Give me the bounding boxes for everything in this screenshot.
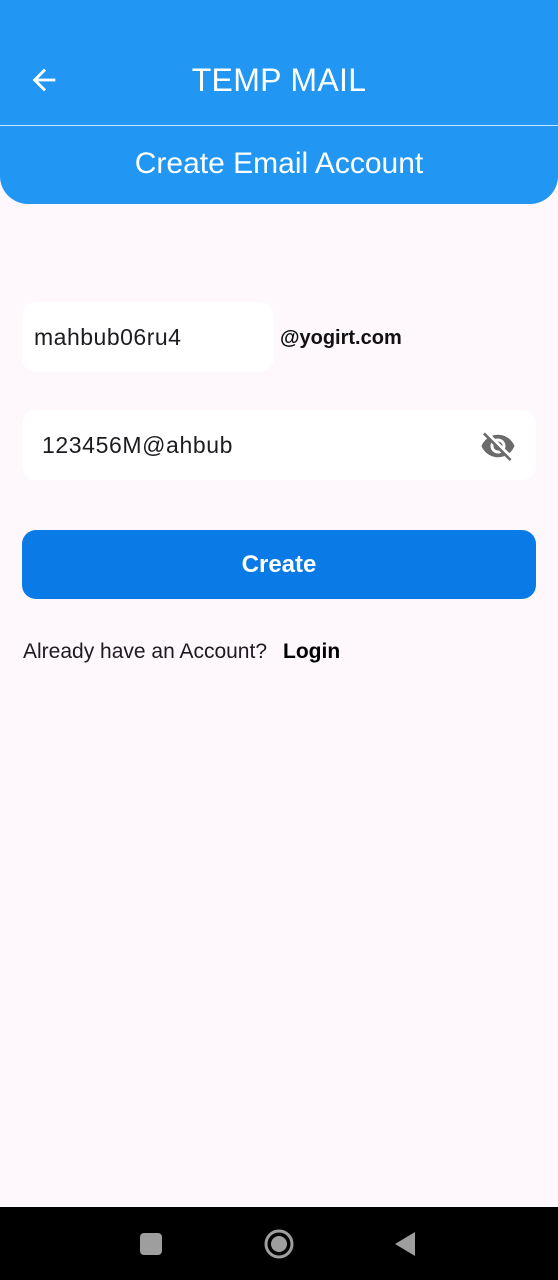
system-back-button[interactable] xyxy=(385,1224,425,1264)
username-input[interactable]: mahbub06ru4 xyxy=(22,302,274,372)
app-title: TEMP MAIL xyxy=(191,62,367,98)
email-domain-label: @yogirt.com xyxy=(280,327,402,349)
password-visibility-toggle[interactable] xyxy=(478,426,518,466)
app-bar: TEMP MAIL Create Email Account xyxy=(0,0,558,204)
password-input[interactable]: 123456M@ahbub xyxy=(22,410,536,480)
app-bar-divider xyxy=(0,125,558,126)
password-value: 123456M@ahbub xyxy=(42,431,234,458)
circle-home-icon xyxy=(264,1229,294,1259)
username-value: mahbub06ru4 xyxy=(34,323,182,350)
eye-off-icon xyxy=(481,432,515,461)
square-icon xyxy=(140,1233,162,1255)
recents-button[interactable] xyxy=(131,1224,171,1264)
page-subtitle: Create Email Account xyxy=(134,147,424,180)
create-button[interactable]: Create xyxy=(22,530,536,599)
login-link[interactable]: Login xyxy=(283,640,340,663)
login-prompt: Already have an Account? Login xyxy=(23,636,340,668)
create-button-label: Create xyxy=(241,550,317,578)
triangle-back-icon xyxy=(395,1232,415,1256)
system-navigation-bar xyxy=(0,1207,558,1280)
home-button[interactable] xyxy=(259,1224,299,1264)
login-prompt-text: Already have an Account? xyxy=(23,640,268,663)
